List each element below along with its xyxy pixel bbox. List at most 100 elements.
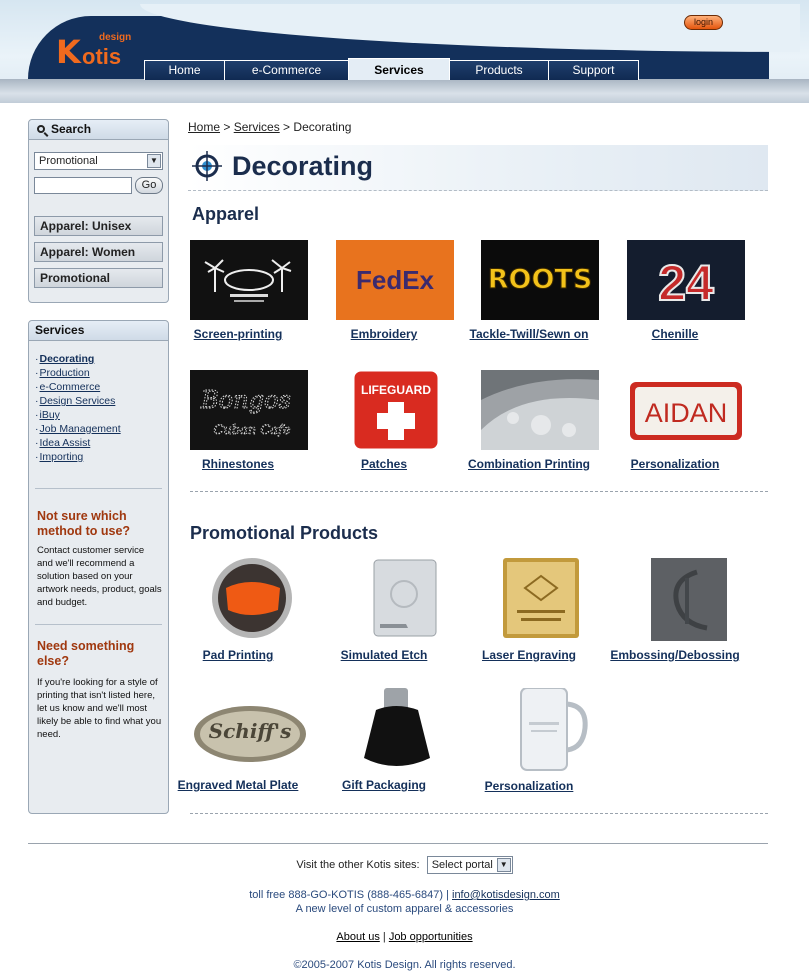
thumb-text: FedEx xyxy=(356,265,435,295)
search-category-select[interactable]: Promotional ▼ xyxy=(34,152,163,170)
service-tile-rhinestones[interactable]: Bongos Cuban Cafe Rhinestones xyxy=(168,370,308,474)
patches-thumbnail: LIFEGUARD xyxy=(336,370,454,450)
search-panel: Search Promotional ▼ Go Apparel: Unisex … xyxy=(28,119,169,303)
services-link-job-management[interactable]: Job Management xyxy=(40,423,121,435)
search-input[interactable] xyxy=(34,177,132,194)
thumb-text: Schiff's xyxy=(209,719,292,743)
search-icon xyxy=(37,125,45,133)
services-link-ibuy[interactable]: iBuy xyxy=(40,409,60,421)
engraved-metal-plate-thumbnail: Schiff's xyxy=(190,688,308,772)
services-item: e-Commerce xyxy=(35,380,168,394)
category-promotional[interactable]: Promotional xyxy=(34,268,163,288)
service-tile-simulated-etch[interactable]: Simulated Etch xyxy=(314,558,454,664)
kotis-logo[interactable]: K otis design xyxy=(56,32,131,69)
tile-label[interactable]: Rhinestones xyxy=(168,457,308,471)
site-header: K otis design login Home e-Commerce Serv… xyxy=(0,0,809,103)
phone-text: toll free 888-GO-KOTIS (888-465-6847) | xyxy=(249,889,452,901)
tile-label[interactable]: Patches xyxy=(314,457,454,471)
thumb-text: AIDAN xyxy=(645,398,728,428)
nav-tab-support[interactable]: Support xyxy=(548,60,639,80)
search-select-value: Promotional xyxy=(39,155,98,167)
category-apparel-unisex[interactable]: Apparel: Unisex xyxy=(34,216,163,236)
search-header: Search xyxy=(29,120,168,140)
services-link-idea-assist[interactable]: Idea Assist xyxy=(40,437,91,449)
service-tile-patches[interactable]: LIFEGUARD Patches xyxy=(314,370,454,474)
nav-tab-products[interactable]: Products xyxy=(449,60,549,80)
services-item: iBuy xyxy=(35,408,168,422)
nav-tab-ecommerce[interactable]: e-Commerce xyxy=(224,60,349,80)
breadcrumb-sep: > xyxy=(279,120,294,134)
tile-label[interactable]: Pad Printing xyxy=(168,648,308,662)
service-tile-engraved-metal-plate[interactable]: Schiff's Engraved Metal Plate xyxy=(168,688,308,794)
footer-divider xyxy=(28,843,768,844)
email-link[interactable]: info@kotisdesign.com xyxy=(452,889,560,901)
search-go-button[interactable]: Go xyxy=(135,177,163,194)
services-item: Idea Assist xyxy=(35,436,168,450)
service-tile-screen-printing[interactable]: Screen-printing xyxy=(168,240,308,344)
main-nav: Home e-Commerce Services Products Suppor… xyxy=(144,58,639,80)
tile-label[interactable]: Laser Engraving xyxy=(459,648,599,662)
tile-label[interactable]: Embroidery xyxy=(314,327,454,341)
personalization-thumbnail: AIDAN xyxy=(627,370,745,450)
login-button[interactable]: login xyxy=(684,15,723,30)
gift-packaging-thumbnail xyxy=(336,688,454,772)
jobs-link[interactable]: Job opportunities xyxy=(389,931,473,943)
service-tile-promo-personalization[interactable]: Personalization xyxy=(459,688,599,794)
tile-label[interactable]: Personalization xyxy=(605,457,745,471)
services-link-design-services[interactable]: Design Services xyxy=(40,395,116,407)
section-divider xyxy=(190,813,768,814)
simulated-etch-thumbnail xyxy=(336,558,454,642)
breadcrumb-services[interactable]: Services xyxy=(234,120,280,134)
service-tile-combination-printing[interactable]: Combination Printing xyxy=(459,370,599,474)
tile-label[interactable]: Simulated Etch xyxy=(314,648,454,662)
copyright: ©2005-2007 Kotis Design. All rights rese… xyxy=(293,959,516,971)
tile-label[interactable]: Embossing/Debossing xyxy=(605,648,745,662)
service-tile-embossing[interactable]: Embossing/Debossing xyxy=(605,558,745,664)
tagline: A new level of custom apparel & accessor… xyxy=(295,903,514,915)
chevron-down-icon: ▼ xyxy=(496,858,511,872)
tile-label[interactable]: Combination Printing xyxy=(459,457,599,471)
service-tile-laser-engraving[interactable]: Laser Engraving xyxy=(459,558,599,664)
portal-row: Visit the other Kotis sites: Select port… xyxy=(0,856,809,874)
tile-label[interactable]: Chenille xyxy=(605,327,745,341)
service-tile-embroidery[interactable]: FedEx Embroidery xyxy=(314,240,454,344)
tile-label[interactable]: Screen-printing xyxy=(168,327,308,341)
sidebar-divider xyxy=(35,624,162,625)
category-apparel-women[interactable]: Apparel: Women xyxy=(34,242,163,262)
help2-body: If you're looking for a style of printin… xyxy=(37,677,162,740)
rhinestones-thumbnail: Bongos Cuban Cafe xyxy=(190,370,308,450)
about-link[interactable]: About us xyxy=(336,931,379,943)
page-title-bar: Decorating xyxy=(188,145,768,191)
breadcrumb-home[interactable]: Home xyxy=(188,120,220,134)
tile-label[interactable]: Tackle-Twill/Sewn on xyxy=(459,327,599,341)
services-link-decorating[interactable]: Decorating xyxy=(40,353,95,365)
service-tile-personalization[interactable]: AIDAN Personalization xyxy=(605,370,745,474)
service-tile-pad-printing[interactable]: Pad Printing xyxy=(168,558,308,664)
tile-label[interactable]: Engraved Metal Plate xyxy=(168,778,308,792)
service-tile-tackle-twill[interactable]: ROOTS Tackle-Twill/Sewn on xyxy=(459,240,599,344)
footer-links: About us | Job opportunities xyxy=(0,931,809,943)
tile-label[interactable]: Gift Packaging xyxy=(314,778,454,792)
tile-label[interactable]: Personalization xyxy=(459,779,599,793)
service-tile-chenille[interactable]: 24 Chenille xyxy=(605,240,745,344)
chenille-thumbnail: 24 xyxy=(627,240,745,320)
breadcrumb-sep: > xyxy=(220,120,234,134)
service-tile-gift-packaging[interactable]: Gift Packaging xyxy=(314,688,454,794)
services-link-production[interactable]: Production xyxy=(40,367,90,379)
combination-printing-thumbnail xyxy=(481,370,599,450)
tackle-twill-thumbnail: ROOTS xyxy=(481,240,599,320)
services-link-importing[interactable]: Importing xyxy=(40,451,84,463)
services-heading: Services xyxy=(29,321,168,341)
services-link-ecommerce[interactable]: e-Commerce xyxy=(40,381,101,393)
help1-body: Contact customer service and we'll recom… xyxy=(37,545,162,608)
embroidery-thumbnail: FedEx xyxy=(336,240,454,320)
portal-select[interactable]: Select portal ▼ xyxy=(426,856,513,874)
target-icon xyxy=(192,151,222,181)
services-item: Importing xyxy=(35,450,168,464)
breadcrumb-current: Decorating xyxy=(293,120,352,134)
thumb-text: 24 xyxy=(658,255,714,311)
embossing-thumbnail xyxy=(627,558,745,642)
nav-tab-home[interactable]: Home xyxy=(144,60,225,80)
thumb-text: LIFEGUARD xyxy=(361,383,431,397)
nav-tab-services[interactable]: Services xyxy=(348,58,450,80)
